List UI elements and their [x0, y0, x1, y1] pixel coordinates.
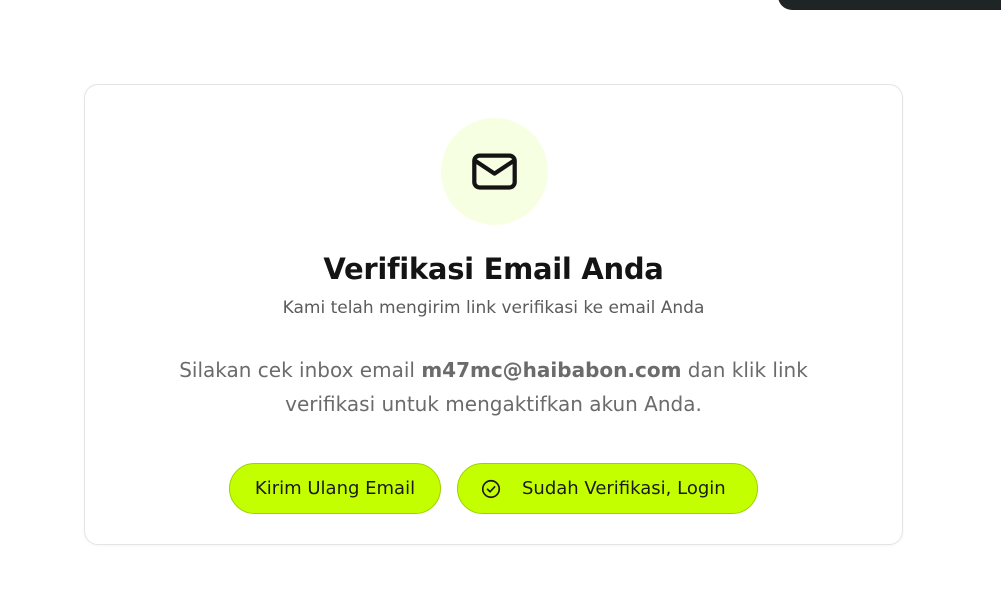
- verified-login-button[interactable]: Sudah Verifikasi, Login: [457, 463, 758, 514]
- verified-login-label: Sudah Verifikasi, Login: [522, 478, 726, 499]
- mail-icon: [472, 153, 517, 190]
- email-address: m47mc@haibabon.com: [421, 358, 682, 382]
- instruction-text: Silakan cek inbox email m47mc@haibabon.c…: [145, 353, 842, 421]
- resend-email-button[interactable]: Kirim Ulang Email: [229, 463, 441, 514]
- page-subtitle: Kami telah mengirim link verifikasi ke e…: [282, 298, 705, 318]
- mail-icon-badge: [441, 118, 548, 225]
- resend-email-label: Kirim Ulang Email: [254, 478, 416, 499]
- check-circle-icon: [480, 478, 502, 500]
- verification-card: Verifikasi Email Anda Kami telah mengiri…: [84, 84, 903, 545]
- instruction-before: Silakan cek inbox email: [179, 358, 422, 382]
- page-title: Verifikasi Email Anda: [323, 252, 664, 286]
- corner-decoration: [778, 0, 1001, 10]
- action-buttons: Kirim Ulang Email Sudah Verifikasi, Logi…: [85, 463, 902, 514]
